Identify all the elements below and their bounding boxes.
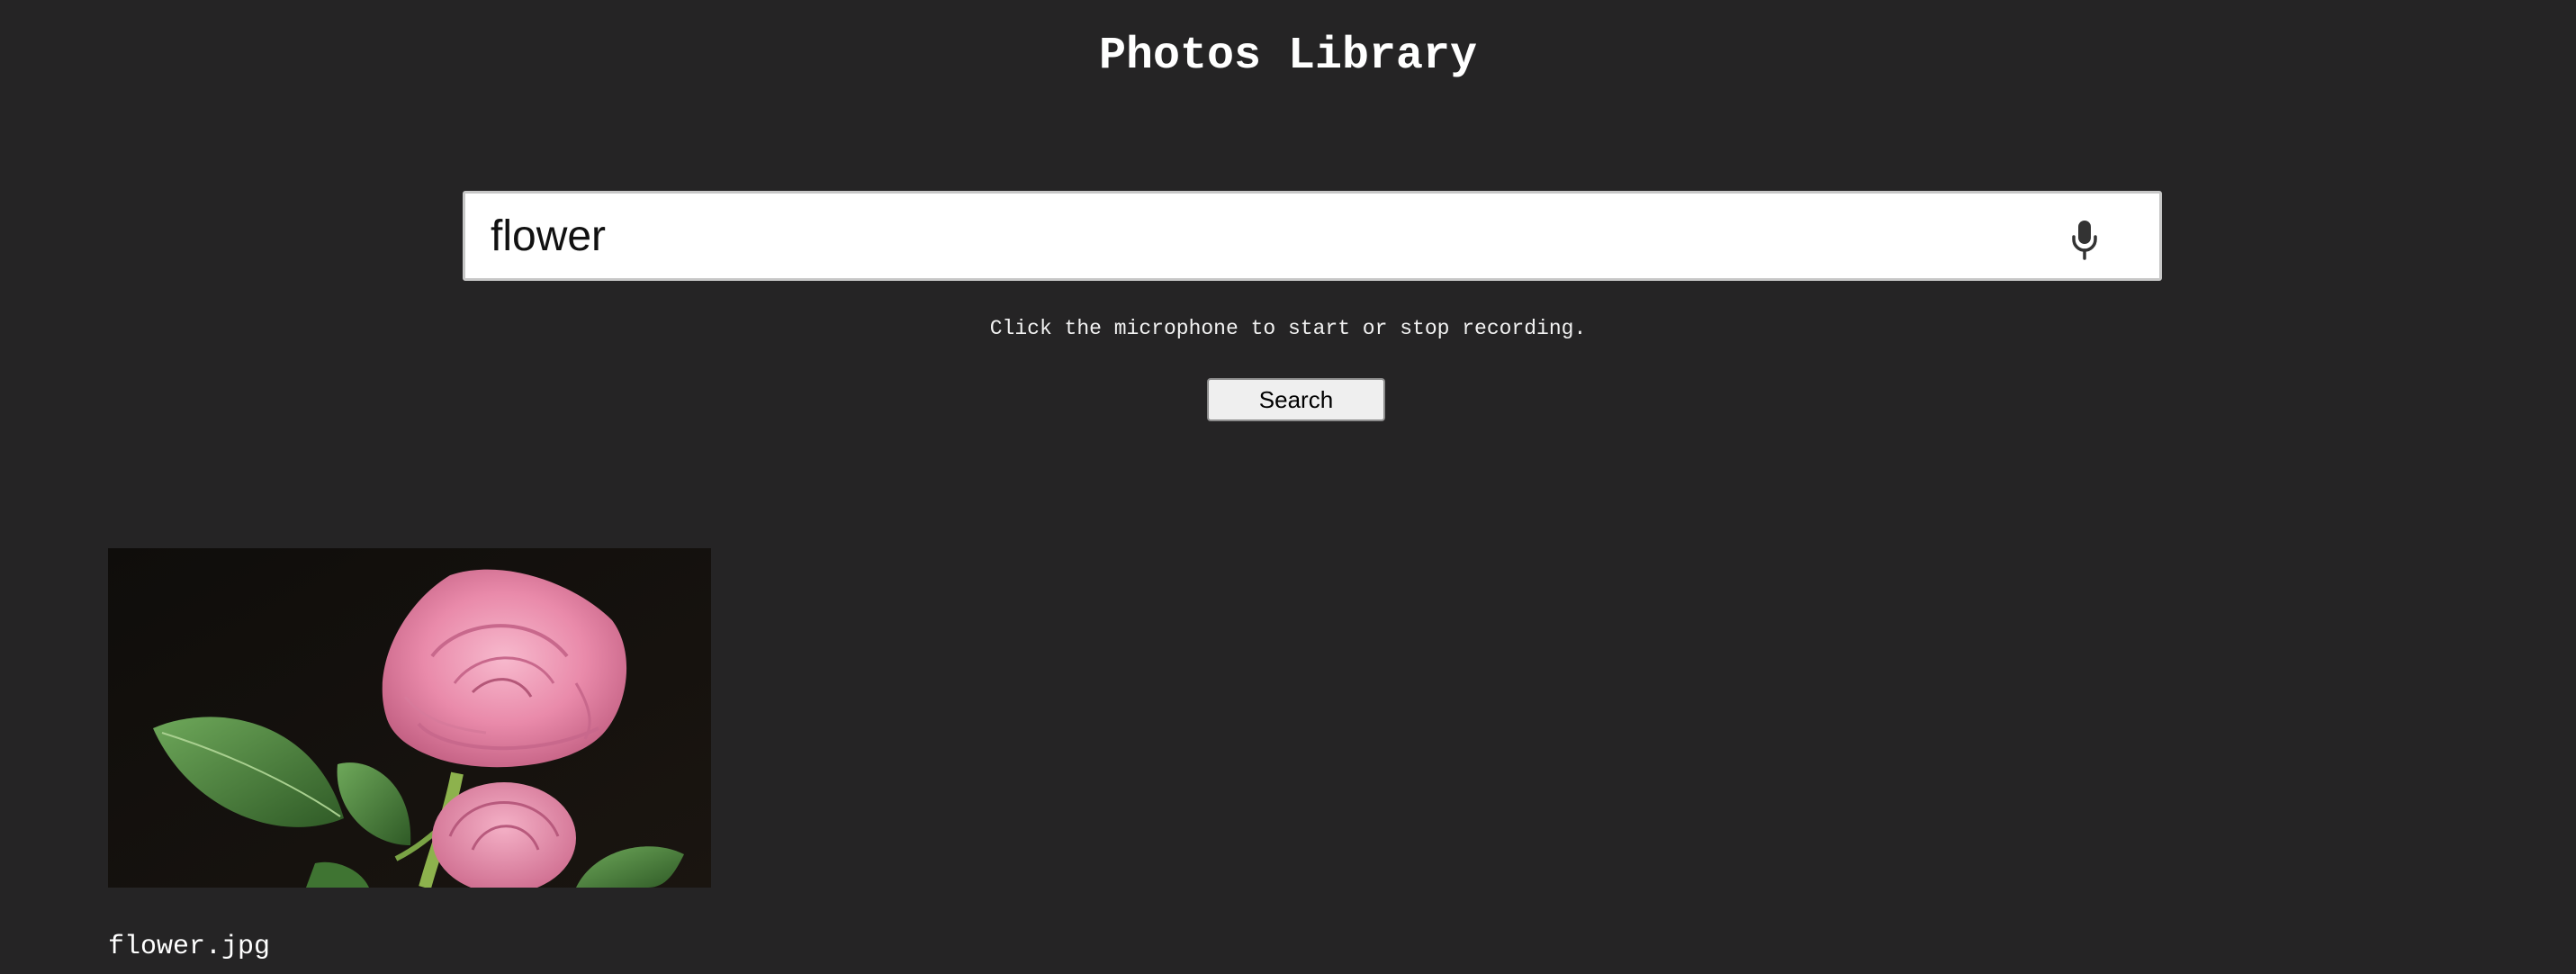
result-card[interactable]: flower.jpg — [108, 548, 711, 962]
microphone-button[interactable] — [2052, 216, 2117, 263]
flower-thumbnail[interactable] — [108, 548, 711, 888]
result-filename: flower.jpg — [108, 932, 271, 962]
recording-hint: Click the microphone to start or stop re… — [989, 317, 1587, 340]
search-button[interactable]: Search — [1207, 378, 1385, 421]
search-input[interactable] — [491, 194, 2021, 278]
microphone-icon — [2072, 221, 2097, 260]
page-title: Photos Library — [1098, 31, 1478, 82]
search-box[interactable] — [463, 191, 2162, 281]
